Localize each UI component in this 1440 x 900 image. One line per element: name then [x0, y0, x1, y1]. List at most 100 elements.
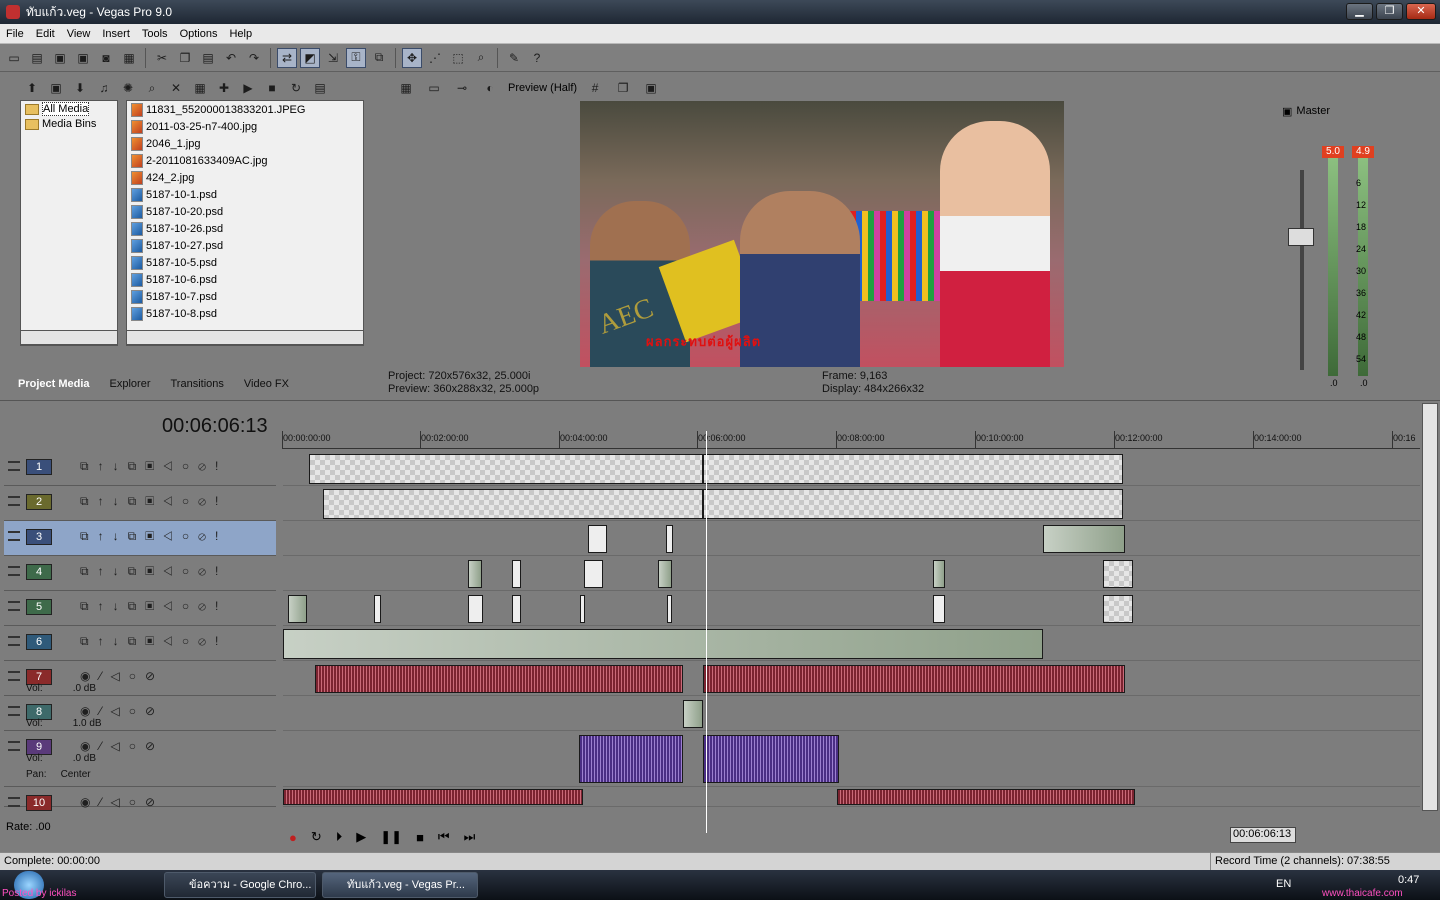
- track-grip-icon[interactable]: [8, 671, 20, 681]
- search-media-icon[interactable]: ⌕: [142, 78, 162, 98]
- media-file-item[interactable]: 2046_1.jpg: [127, 135, 363, 152]
- media-clip[interactable]: [1043, 524, 1125, 553]
- track-volume[interactable]: Vol: .0 dB: [26, 683, 96, 694]
- menu-help[interactable]: Help: [223, 28, 258, 40]
- media-clip[interactable]: [703, 488, 1123, 519]
- play-from-start-icon[interactable]: ⏵: [336, 829, 343, 845]
- master-fader-knob[interactable]: [1288, 228, 1314, 246]
- menu-tools[interactable]: Tools: [136, 28, 174, 40]
- capture-icon[interactable]: ▣: [46, 78, 66, 98]
- menu-edit[interactable]: Edit: [30, 28, 61, 40]
- track-header-7[interactable]: 7 ◉⁄◁○⊘ Vol: .0 dB: [4, 661, 276, 696]
- media-file-item[interactable]: 5187-10-6.psd: [127, 271, 363, 288]
- save-as-icon[interactable]: ▣: [73, 48, 93, 68]
- media-file-item[interactable]: 5187-10-7.psd: [127, 288, 363, 305]
- track-controls[interactable]: ◉⁄◁○⊘: [80, 795, 164, 809]
- normal-edit-tool-icon[interactable]: ✥: [402, 47, 422, 68]
- media-clip[interactable]: [323, 488, 703, 519]
- tab-project-media[interactable]: Project Media: [8, 378, 100, 390]
- tab-video-fx[interactable]: Video FX: [234, 378, 299, 390]
- split-screen-icon[interactable]: ◐: [480, 78, 500, 98]
- language-indicator[interactable]: EN: [1276, 878, 1291, 890]
- snapping-icon[interactable]: ⇄: [277, 47, 297, 68]
- track-controls[interactable]: ⧉↑↓⧉▣◁○⊘!: [80, 459, 227, 474]
- media-clip[interactable]: [933, 594, 945, 623]
- track-controls[interactable]: ◉⁄◁○⊘: [80, 739, 164, 753]
- timeline-vertical-scrollbar[interactable]: [1422, 403, 1438, 811]
- add-icon[interactable]: ✚: [214, 78, 234, 98]
- auto-preview-icon[interactable]: ↻: [286, 78, 306, 98]
- media-clip[interactable]: [1103, 594, 1133, 623]
- track-header-10[interactable]: 10 ◉⁄◁○⊘: [4, 787, 276, 811]
- pause-icon[interactable]: ❚❚: [380, 829, 402, 845]
- media-clip[interactable]: [667, 594, 672, 623]
- play-icon[interactable]: ▶: [238, 78, 258, 98]
- save-snapshot-icon[interactable]: ▣: [641, 78, 661, 98]
- properties-icon[interactable]: ▦: [190, 78, 210, 98]
- new-icon[interactable]: ▭: [4, 48, 24, 68]
- media-file-item[interactable]: 11831_552000013833201.JPEG: [127, 101, 363, 118]
- track-grip-icon[interactable]: [8, 531, 20, 541]
- help-icon[interactable]: ✎: [504, 48, 524, 68]
- media-clip[interactable]: [584, 559, 603, 588]
- lock-envelopes-icon[interactable]: ⚿: [346, 47, 366, 68]
- cut-icon[interactable]: ✂: [152, 48, 172, 68]
- media-clip[interactable]: [1103, 559, 1133, 588]
- track-header-4[interactable]: 4 ⧉↑↓⧉▣◁○⊘!: [4, 556, 276, 591]
- media-clip[interactable]: [933, 559, 945, 588]
- media-clip[interactable]: [283, 628, 1043, 659]
- track-grip-icon[interactable]: [8, 601, 20, 611]
- go-to-start-icon[interactable]: ⏮: [438, 829, 450, 845]
- tab-explorer[interactable]: Explorer: [100, 378, 161, 390]
- track-grip-icon[interactable]: [8, 797, 20, 807]
- track-controls[interactable]: ◉⁄◁○⊘: [80, 704, 164, 718]
- media-file-item[interactable]: 5187-10-5.psd: [127, 254, 363, 271]
- media-clip[interactable]: [468, 594, 483, 623]
- record-icon[interactable]: ●: [289, 830, 297, 845]
- save-icon[interactable]: ▣: [50, 48, 70, 68]
- media-clip[interactable]: [288, 594, 307, 623]
- media-clip[interactable]: [666, 524, 673, 553]
- import-media-icon[interactable]: ⬆: [22, 78, 42, 98]
- media-clip[interactable]: [837, 789, 1135, 805]
- get-media-icon[interactable]: ⬇: [70, 78, 90, 98]
- selection-tool-icon[interactable]: ⬚: [448, 48, 468, 68]
- zoom-tool-icon[interactable]: ⌕: [471, 48, 491, 68]
- external-monitor-icon[interactable]: ▭: [424, 78, 444, 98]
- copy-icon[interactable]: ❐: [175, 48, 195, 68]
- track-grip-icon[interactable]: [8, 496, 20, 506]
- menu-file[interactable]: File: [0, 28, 30, 40]
- whats-this-icon[interactable]: ?: [527, 48, 547, 68]
- track-grip-icon[interactable]: [8, 706, 20, 716]
- media-fx-icon[interactable]: ✺: [118, 78, 138, 98]
- menu-insert[interactable]: Insert: [96, 28, 136, 40]
- auto-crossfade-icon[interactable]: ◩: [300, 47, 320, 68]
- redo-icon[interactable]: ↷: [244, 48, 264, 68]
- track-lane-3[interactable]: [283, 521, 1420, 556]
- menu-options[interactable]: Options: [174, 28, 224, 40]
- close-button[interactable]: ✕: [1406, 3, 1436, 20]
- taskbar-chrome[interactable]: ข้อความ - Google Chro...: [164, 872, 316, 898]
- media-file-item[interactable]: 5187-10-26.psd: [127, 220, 363, 237]
- media-clip[interactable]: [579, 735, 683, 783]
- tree-item-all-media[interactable]: All Media: [21, 101, 117, 117]
- media-clip[interactable]: [703, 664, 1125, 693]
- extract-audio-icon[interactable]: ♫: [94, 78, 114, 98]
- tree-scrollbar[interactable]: [20, 330, 118, 345]
- media-clip[interactable]: [703, 735, 839, 783]
- track-header-2[interactable]: 2 ⧉↑↓⧉▣◁○⊘!: [4, 486, 276, 521]
- track-controls[interactable]: ⧉↑↓⧉▣◁○⊘!: [80, 564, 227, 579]
- stop-icon[interactable]: ■: [262, 78, 282, 98]
- undo-icon[interactable]: ↶: [221, 48, 241, 68]
- taskbar-vegas[interactable]: ทับแก้ว.veg - Vegas Pr...: [322, 872, 478, 898]
- track-controls[interactable]: ⧉↑↓⧉▣◁○⊘!: [80, 634, 227, 649]
- media-file-item[interactable]: 5187-10-27.psd: [127, 237, 363, 254]
- play-icon[interactable]: ▶: [356, 829, 366, 845]
- time-ruler[interactable]: 00:00:00:00 00:02:00:00 00:04:00:00 00:0…: [282, 431, 1420, 449]
- minimize-button[interactable]: ▁: [1346, 3, 1373, 20]
- track-header-1[interactable]: 1 ⧉↑↓⧉▣◁○⊘!: [4, 451, 276, 486]
- media-file-item[interactable]: 5187-10-1.psd: [127, 186, 363, 203]
- track-lane-4[interactable]: [283, 556, 1420, 591]
- menu-view[interactable]: View: [61, 28, 97, 40]
- ignore-grouping-icon[interactable]: ⧉: [369, 48, 389, 68]
